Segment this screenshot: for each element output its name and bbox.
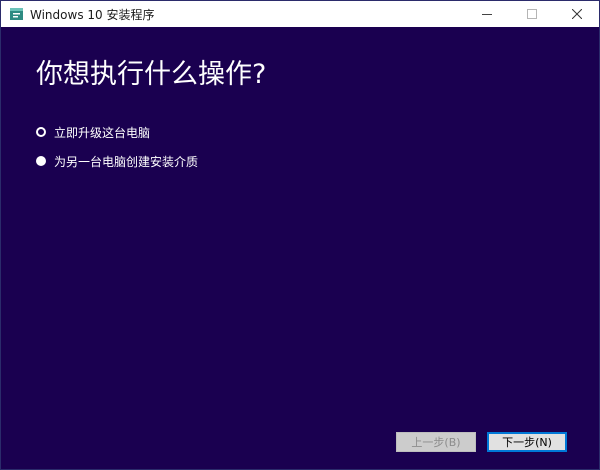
minimize-icon — [481, 14, 492, 15]
setup-app-icon — [10, 8, 23, 20]
minimize-button[interactable] — [464, 1, 509, 27]
window-controls — [464, 1, 599, 27]
setup-window: Windows 10 安装程序 你想执行什么操作? 立即升级这台电脑 为另一台电… — [0, 0, 600, 470]
window-title: Windows 10 安装程序 — [30, 7, 155, 22]
close-button[interactable] — [554, 1, 599, 27]
setup-content: 你想执行什么操作? 立即升级这台电脑 为另一台电脑创建安装介质 上一步(B) 下… — [1, 27, 599, 469]
close-icon — [571, 9, 582, 19]
maximize-icon — [526, 9, 537, 19]
radio-create-media[interactable] — [36, 156, 46, 166]
option-list: 立即升级这台电脑 为另一台电脑创建安装介质 — [36, 123, 198, 181]
radio-upgrade-selected[interactable] — [36, 127, 46, 137]
page-heading: 你想执行什么操作? — [36, 59, 267, 90]
back-button: 上一步(B) — [396, 432, 476, 452]
option-create-media[interactable]: 为另一台电脑创建安装介质 — [36, 152, 198, 170]
next-button[interactable]: 下一步(N) — [487, 432, 567, 452]
option-create-media-label: 为另一台电脑创建安装介质 — [54, 154, 199, 169]
option-upgrade-label: 立即升级这台电脑 — [54, 125, 151, 140]
maximize-button[interactable] — [509, 1, 554, 27]
title-bar[interactable]: Windows 10 安装程序 — [1, 1, 599, 27]
option-upgrade-this-pc[interactable]: 立即升级这台电脑 — [36, 123, 198, 141]
